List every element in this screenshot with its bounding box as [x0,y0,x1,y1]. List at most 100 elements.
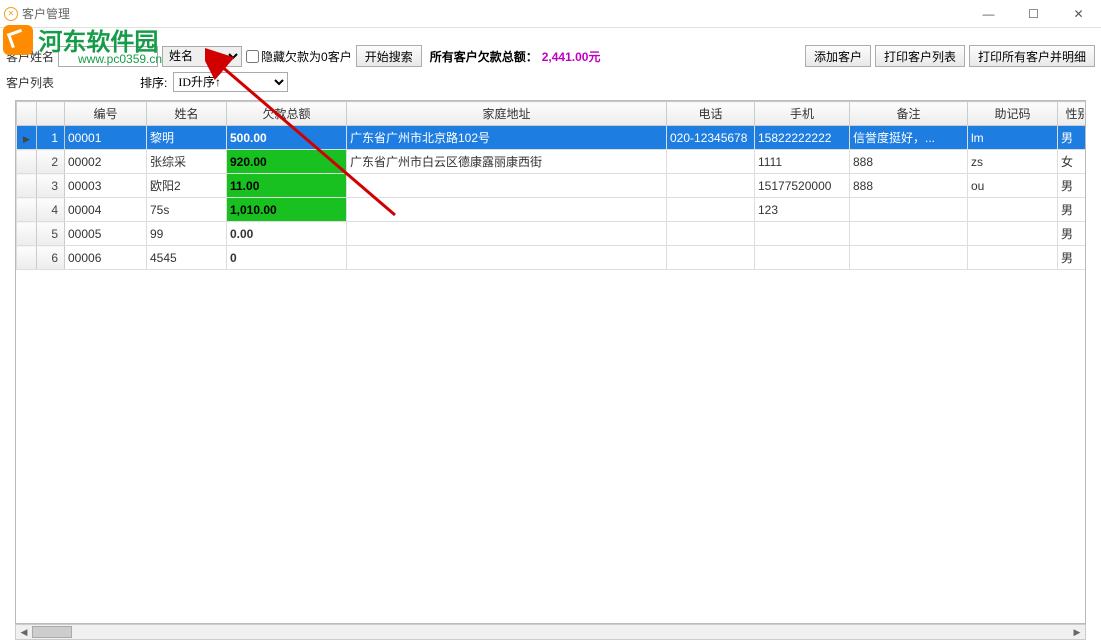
cell-mobile[interactable]: 123 [755,198,850,222]
cell-address[interactable] [347,174,667,198]
app-icon [4,7,18,21]
cell-phone[interactable]: 020-12345678 [667,126,755,150]
cell-mobile[interactable] [755,222,850,246]
cell-id[interactable]: 00005 [65,222,147,246]
cell-gender[interactable]: 男 [1058,126,1087,150]
close-button[interactable]: ✕ [1056,0,1101,28]
scroll-track[interactable] [32,625,1069,639]
col-phone[interactable]: 电话 [667,102,755,126]
cell-address[interactable] [347,198,667,222]
cell-name[interactable]: 张综采 [147,150,227,174]
cell-code[interactable]: zs [968,150,1058,174]
cell-remark[interactable]: 888 [850,174,968,198]
cell-remark[interactable]: 信誉度挺好，... [850,126,968,150]
cell-remark[interactable] [850,198,968,222]
cell-phone[interactable] [667,222,755,246]
cell-gender[interactable]: 女 [1058,150,1087,174]
row-indicator [17,174,37,198]
hide-zero-checkbox[interactable]: 隐藏欠款为0客户 [246,48,352,65]
cell-id[interactable]: 00004 [65,198,147,222]
cell-code[interactable]: lm [968,126,1058,150]
cell-name[interactable]: 75s [147,198,227,222]
window-title: 客户管理 [22,5,70,22]
row-indicator [17,126,37,150]
cell-mobile[interactable]: 1111 [755,150,850,174]
maximize-button[interactable]: ☐ [1011,0,1056,28]
cell-mobile[interactable] [755,246,850,270]
col-address[interactable]: 家庭地址 [347,102,667,126]
col-rownum [37,102,65,126]
cell-phone[interactable] [667,246,755,270]
scroll-thumb[interactable] [32,626,72,638]
horizontal-scrollbar[interactable]: ◀ ▶ [15,624,1086,640]
subbar: 客户列表 排序: ID升序↑ [0,70,1101,94]
cell-amount[interactable]: 920.00 [227,150,347,174]
cell-gender[interactable]: 男 [1058,174,1087,198]
table-row[interactable]: 300003欧阳211.0015177520000888ou男 [17,174,1087,198]
sort-select[interactable]: ID升序↑ [173,72,288,92]
cell-id[interactable]: 00003 [65,174,147,198]
cell-gender[interactable]: 男 [1058,246,1087,270]
cell-phone[interactable] [667,174,755,198]
table-row[interactable]: 500005990.00男 [17,222,1087,246]
col-remark[interactable]: 备注 [850,102,968,126]
cell-address[interactable]: 广东省广州市北京路102号 [347,126,667,150]
row-indicator [17,198,37,222]
cell-mobile[interactable]: 15822222222 [755,126,850,150]
col-amount[interactable]: 欠款总额 [227,102,347,126]
customer-name-input[interactable] [58,46,158,67]
cell-address[interactable] [347,222,667,246]
total-value: 2,441.00元 [542,48,601,65]
table-row[interactable]: 200002张综采920.00广东省广州市白云区德康露丽康西街 1111888zs… [17,150,1087,174]
cell-address[interactable] [347,246,667,270]
row-number: 2 [37,150,65,174]
cell-code[interactable] [968,246,1058,270]
cell-gender[interactable]: 男 [1058,198,1087,222]
search-button[interactable]: 开始搜索 [356,45,422,67]
search-field-select[interactable]: 姓名 [162,46,242,67]
cell-gender[interactable]: 男 [1058,222,1087,246]
cell-code[interactable] [968,198,1058,222]
cell-name[interactable]: 99 [147,222,227,246]
cell-id[interactable]: 00002 [65,150,147,174]
minimize-button[interactable]: — [966,0,1011,28]
scroll-left-arrow[interactable]: ◀ [16,625,32,639]
cell-amount[interactable]: 0.00 [227,222,347,246]
add-customer-button[interactable]: 添加客户 [805,45,871,67]
cell-id[interactable]: 00006 [65,246,147,270]
col-mobile[interactable]: 手机 [755,102,850,126]
toolbar: 客户姓名 姓名 隐藏欠款为0客户 开始搜索 所有客户欠款总额： 2,441.00… [0,42,1101,70]
col-gender[interactable]: 性别 [1058,102,1087,126]
col-code[interactable]: 助记码 [968,102,1058,126]
cell-remark[interactable] [850,222,968,246]
cell-phone[interactable] [667,198,755,222]
cell-amount[interactable]: 500.00 [227,126,347,150]
table-row[interactable]: 100001黎明500.00广东省广州市北京路102号020-123456781… [17,126,1087,150]
cell-name[interactable]: 4545 [147,246,227,270]
cell-amount[interactable]: 1,010.00 [227,198,347,222]
hide-zero-input[interactable] [246,50,259,63]
table-row[interactable]: 60000645450男 [17,246,1087,270]
cell-code[interactable]: ou [968,174,1058,198]
table-row[interactable]: 40000475s1,010.00123男 [17,198,1087,222]
cell-amount[interactable]: 0 [227,246,347,270]
cell-remark[interactable]: 888 [850,150,968,174]
print-all-button[interactable]: 打印所有客户并明细 [969,45,1095,67]
cell-phone[interactable] [667,150,755,174]
customer-grid[interactable]: 编号 姓名 欠款总额 家庭地址 电话 手机 备注 助记码 性别 100001黎明… [15,100,1086,624]
row-number: 1 [37,126,65,150]
cell-address[interactable]: 广东省广州市白云区德康露丽康西街 [347,150,667,174]
cell-remark[interactable] [850,246,968,270]
cell-amount[interactable]: 11.00 [227,174,347,198]
cell-name[interactable]: 欧阳2 [147,174,227,198]
cell-mobile[interactable]: 15177520000 [755,174,850,198]
col-id[interactable]: 编号 [65,102,147,126]
cell-name[interactable]: 黎明 [147,126,227,150]
cell-id[interactable]: 00001 [65,126,147,150]
scroll-right-arrow[interactable]: ▶ [1069,625,1085,639]
customer-name-label: 客户姓名 [6,48,54,65]
print-list-button[interactable]: 打印客户列表 [875,45,965,67]
col-name[interactable]: 姓名 [147,102,227,126]
row-indicator [17,222,37,246]
cell-code[interactable] [968,222,1058,246]
